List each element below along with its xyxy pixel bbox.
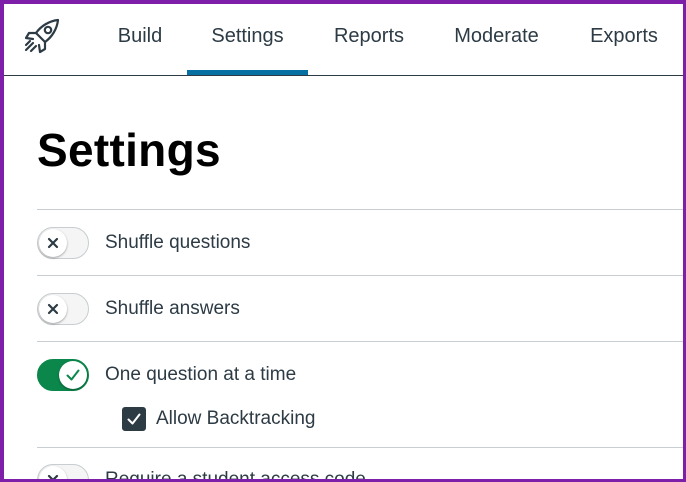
tab-moderate[interactable]: Moderate (444, 4, 549, 75)
allow-backtracking-checkbox[interactable] (122, 407, 146, 431)
divider (37, 341, 683, 342)
require-access-code-toggle[interactable] (37, 464, 89, 479)
shuffle-questions-toggle[interactable] (37, 227, 89, 259)
x-icon (47, 303, 59, 315)
divider (37, 275, 683, 276)
divider (37, 209, 683, 210)
toggle-knob (59, 361, 87, 389)
top-nav: Build Settings Reports Moderate Exports (4, 4, 683, 76)
divider (37, 447, 683, 448)
tab-settings[interactable]: Settings (187, 4, 308, 75)
page-title: Settings (37, 124, 221, 176)
rocket-icon[interactable] (22, 16, 62, 56)
checkmark-icon (66, 369, 80, 381)
one-question-at-a-time-toggle[interactable] (37, 359, 89, 391)
checkmark-icon (127, 413, 141, 425)
app-window: Build Settings Reports Moderate Exports … (0, 0, 686, 482)
tab-build[interactable]: Build (104, 4, 176, 75)
shuffle-answers-label: Shuffle answers (105, 298, 240, 319)
allow-backtracking-label: Allow Backtracking (156, 408, 316, 429)
tab-reports[interactable]: Reports (324, 4, 414, 75)
toggle-knob (39, 229, 67, 257)
require-access-code-label: Require a student access code (105, 469, 366, 482)
x-icon (47, 237, 59, 249)
toggle-knob (39, 466, 67, 479)
one-question-at-a-time-label: One question at a time (105, 364, 297, 385)
shuffle-answers-toggle[interactable] (37, 293, 89, 325)
toggle-knob (39, 295, 67, 323)
x-icon (47, 474, 59, 479)
tab-exports[interactable]: Exports (579, 4, 669, 75)
shuffle-questions-label: Shuffle questions (105, 232, 251, 253)
